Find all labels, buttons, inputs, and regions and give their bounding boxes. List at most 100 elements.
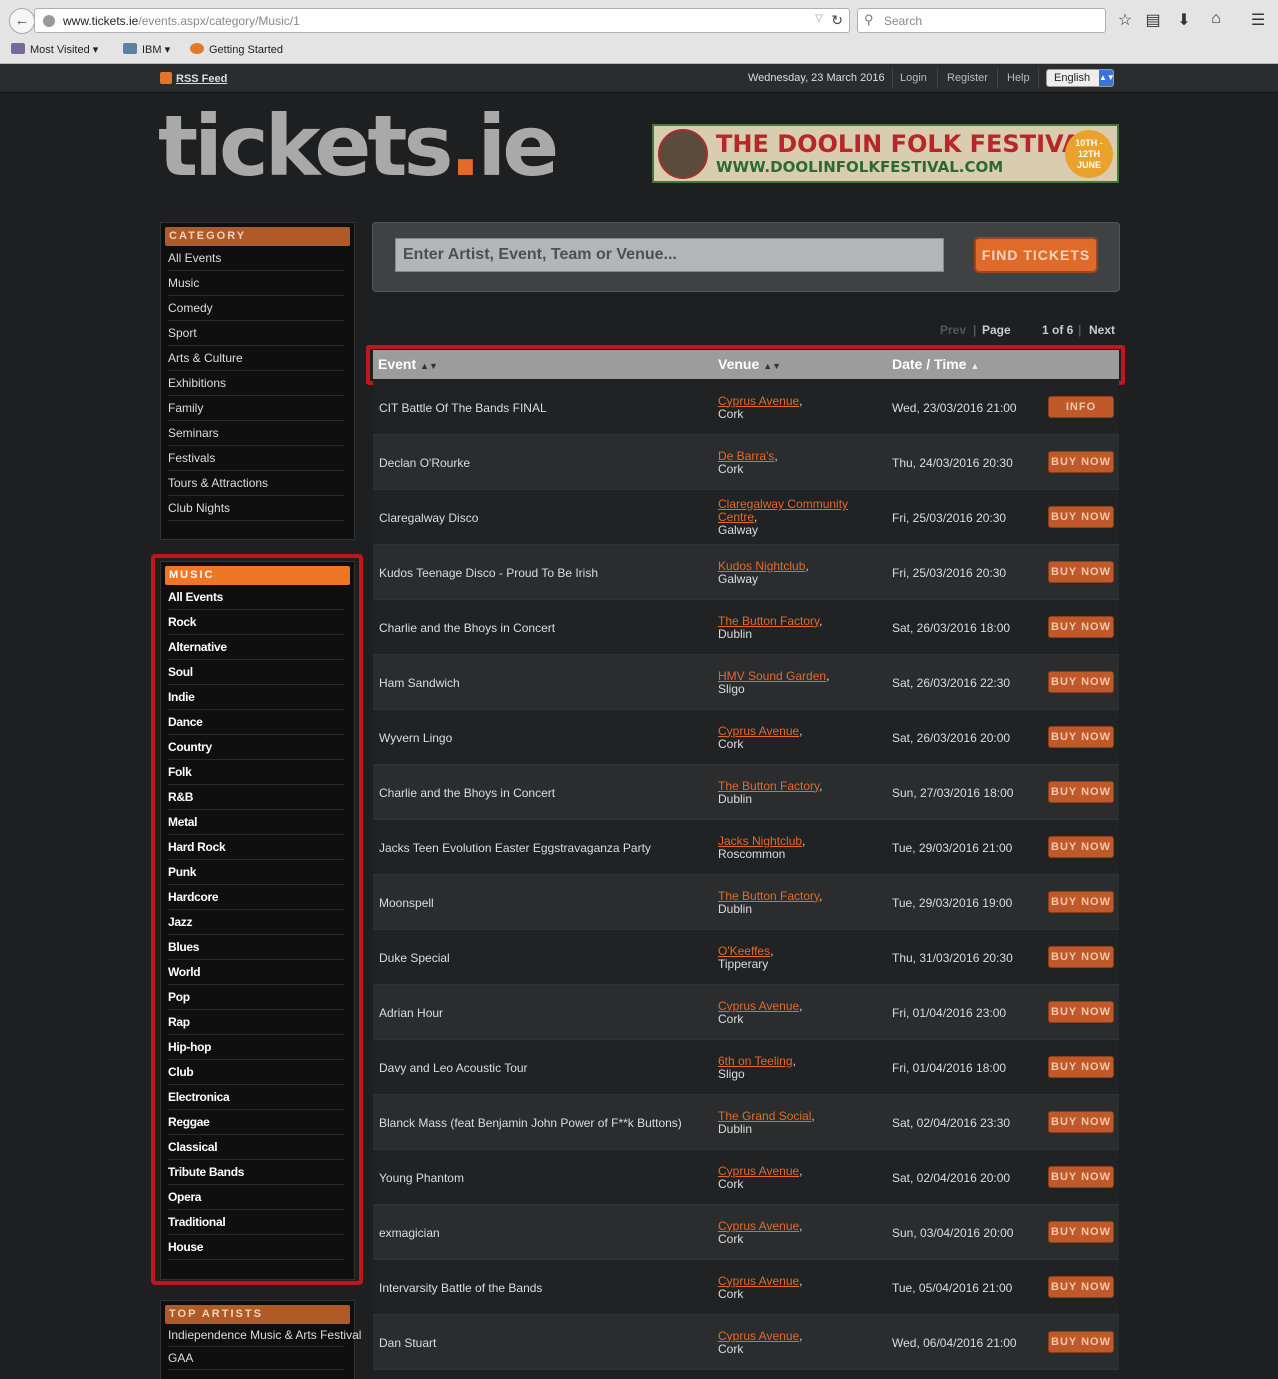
category-item[interactable]: Music [168, 271, 344, 296]
buy-now-button[interactable]: BUY NOW [1048, 616, 1114, 638]
back-arrow-icon[interactable]: ← [9, 8, 35, 34]
category-item[interactable]: Arts & Culture [168, 346, 344, 371]
buy-now-button[interactable]: BUY NOW [1048, 836, 1114, 858]
register-link[interactable]: Register [947, 72, 988, 84]
download-icon[interactable]: ⬇ [1173, 10, 1195, 30]
event-search-input[interactable] [395, 238, 944, 272]
reload-icon[interactable]: ↻ [831, 12, 843, 29]
find-tickets-button[interactable]: FIND TICKETS [974, 237, 1098, 273]
event-name[interactable]: Claregalway Disco [379, 490, 709, 545]
category-item[interactable]: Tours & Attractions [168, 471, 344, 496]
category-item[interactable]: Family [168, 396, 344, 421]
venue-link[interactable]: Claregalway Community Centre [718, 497, 848, 524]
event-name[interactable]: Charlie and the Bhoys in Concert [379, 765, 709, 820]
url-dropdown-icon[interactable]: ▽ [815, 13, 823, 24]
venue-link[interactable]: Cyprus Avenue [718, 1219, 799, 1233]
language-value: English [1054, 72, 1091, 84]
event-name[interactable]: Young Phantom [379, 1150, 709, 1205]
buy-now-button[interactable]: BUY NOW [1048, 671, 1114, 693]
buy-now-button[interactable]: BUY NOW [1048, 1276, 1114, 1298]
bookmark-star-icon[interactable]: ☆ [1114, 10, 1136, 30]
rss-feed-link[interactable]: RSS Feed [160, 72, 227, 85]
event-name[interactable]: Wyvern Lingo [379, 710, 709, 765]
bookmark-most-visited[interactable]: Most Visited ▾ [11, 43, 98, 56]
venue-link[interactable]: Cyprus Avenue [718, 999, 799, 1013]
category-item[interactable]: Exhibitions [168, 371, 344, 396]
next-page-link[interactable]: Next [1089, 323, 1115, 337]
venue-link[interactable]: Kudos Nightclub [718, 559, 805, 573]
buy-now-button[interactable]: BUY NOW [1048, 506, 1114, 528]
buy-now-button[interactable]: BUY NOW [1048, 1331, 1114, 1353]
event-name[interactable]: Dan Stuart [379, 1315, 709, 1370]
event-name[interactable]: Davy and Leo Acoustic Tour [379, 1040, 709, 1095]
category-item[interactable]: All Events [168, 246, 344, 271]
buy-now-button[interactable]: BUY NOW [1048, 946, 1114, 968]
buy-now-button[interactable]: BUY NOW [1048, 781, 1114, 803]
help-link[interactable]: Help [1007, 72, 1030, 84]
prev-page-link[interactable]: Prev [940, 323, 966, 337]
venue-link[interactable]: Cyprus Avenue [718, 724, 799, 738]
buy-now-button[interactable]: BUY NOW [1048, 1221, 1114, 1243]
venue-link[interactable]: The Grand Social [718, 1109, 811, 1123]
category-item[interactable]: Seminars [168, 421, 344, 446]
event-name[interactable]: CIT Battle Of The Bands FINAL [379, 380, 709, 435]
venue-link[interactable]: O'Keeffes [718, 944, 770, 958]
buy-now-button[interactable]: BUY NOW [1048, 1166, 1114, 1188]
top-artist-item[interactable]: GAA [168, 1347, 344, 1370]
home-icon[interactable]: ⌂ [1205, 10, 1227, 28]
table-row: Young Phantom Cyprus Avenue, Cork Sat, 02/0… [373, 1150, 1119, 1205]
venue-link[interactable]: The Button Factory [718, 889, 819, 903]
venue-link[interactable]: 6th on Teeling [718, 1054, 793, 1068]
venue-link[interactable]: De Barra's [718, 449, 774, 463]
venue-link[interactable]: Cyprus Avenue [718, 1329, 799, 1343]
pagination: Prev | Page 1 of 6 | Next [940, 323, 1120, 339]
buy-now-button[interactable]: BUY NOW [1048, 891, 1114, 913]
buy-now-button[interactable]: BUY NOW [1048, 1111, 1114, 1133]
buy-now-button[interactable]: BUY NOW [1048, 561, 1114, 583]
top-artist-item[interactable]: Indiependence Music & Arts Festival [168, 1324, 361, 1347]
reading-list-icon[interactable]: ▤ [1142, 10, 1164, 30]
buy-now-button[interactable]: BUY NOW [1048, 451, 1114, 473]
buy-now-button[interactable]: BUY NOW [1048, 1056, 1114, 1078]
event-name[interactable]: Kudos Teenage Disco - Proud To Be Irish [379, 545, 709, 600]
address-bar[interactable]: www.tickets.ie/events.aspx/category/Musi… [34, 8, 850, 33]
category-item[interactable]: Club Nights [168, 496, 344, 521]
browser-search-bar[interactable]: ⚲ Search [857, 8, 1106, 33]
event-name[interactable]: Blanck Mass (feat Benjamin John Power of… [379, 1095, 709, 1150]
event-name[interactable]: Moonspell [379, 875, 709, 930]
bookmark-ibm[interactable]: IBM ▾ [123, 43, 170, 56]
venue-link[interactable]: Jacks Nightclub [718, 834, 802, 848]
buy-now-button[interactable]: BUY NOW [1048, 1001, 1114, 1023]
venue-cell: The Button Factory, Dublin [718, 875, 883, 930]
category-item[interactable]: Comedy [168, 296, 344, 321]
buy-now-button[interactable]: BUY NOW [1048, 726, 1114, 748]
language-select[interactable]: English ▲▼ [1046, 69, 1115, 87]
site-logo[interactable]: tickets.ie [158, 104, 559, 188]
event-name[interactable]: Duke Special [379, 930, 709, 985]
venue-link[interactable]: Cyprus Avenue [718, 1274, 799, 1288]
table-row: Claregalway Disco Claregalway Community C… [373, 490, 1119, 545]
event-name[interactable]: Ham Sandwich [379, 655, 709, 710]
bookmark-getting-started[interactable]: Getting Started [190, 43, 283, 56]
venue-cell: 6th on Teeling, Sligo [718, 1040, 883, 1095]
venue-link[interactable]: HMV Sound Garden [718, 669, 826, 683]
event-name[interactable]: Adrian Hour [379, 985, 709, 1040]
venue-line: HMV Sound Garden, [718, 668, 830, 683]
event-name[interactable]: Jacks Teen Evolution Easter Eggstravagan… [379, 820, 709, 875]
event-name[interactable]: Intervarsity Battle of the Bands [379, 1260, 709, 1315]
event-name[interactable]: exmagician [379, 1205, 709, 1260]
venue-link[interactable]: Cyprus Avenue [718, 394, 799, 408]
venue-link[interactable]: The Button Factory [718, 614, 819, 628]
festival-banner-ad[interactable]: THE DOOLIN FOLK FESTIVAL WWW.DOOLINFOLKF… [652, 124, 1119, 183]
category-item[interactable]: Sport [168, 321, 344, 346]
page-count: 1 of 6 [1042, 323, 1074, 337]
venue-link[interactable]: The Button Factory [718, 779, 819, 793]
login-link[interactable]: Login [900, 72, 927, 84]
event-name[interactable]: Declan O'Rourke [379, 435, 709, 490]
category-item[interactable]: Festivals [168, 446, 344, 471]
menu-icon[interactable]: ☰ [1247, 10, 1269, 30]
event-name[interactable]: Charlie and the Bhoys in Concert [379, 600, 709, 655]
info-button[interactable]: INFO [1048, 396, 1114, 418]
venue-cell: Cyprus Avenue, Cork [718, 1150, 883, 1205]
venue-link[interactable]: Cyprus Avenue [718, 1164, 799, 1178]
